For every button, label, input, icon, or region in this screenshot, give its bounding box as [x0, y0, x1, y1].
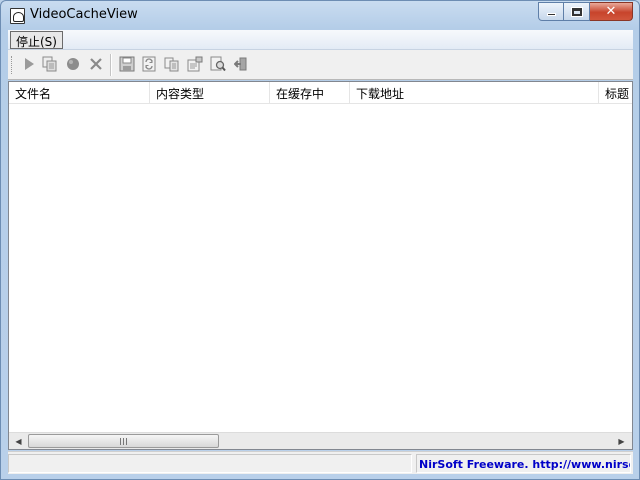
refresh-icon: [142, 56, 156, 72]
minimize-button[interactable]: [538, 2, 564, 21]
close-icon: ✕: [605, 4, 617, 19]
column-header-filename[interactable]: 文件名: [9, 82, 150, 104]
scroll-left-button[interactable]: ◀: [10, 433, 27, 449]
copy-icon: [164, 57, 179, 72]
copy-files-icon: [42, 56, 57, 72]
maximize-button[interactable]: [564, 2, 590, 21]
toolbar-grip: [11, 56, 13, 74]
status-bar: NirSoft Freeware. http://www.nirsoft.net: [8, 451, 633, 474]
find-icon: [210, 56, 226, 72]
status-items-count: [8, 454, 412, 473]
list-rows[interactable]: [9, 104, 632, 431]
stop-icon: [90, 58, 102, 70]
caption-buttons: ✕: [538, 2, 633, 22]
nirsoft-link[interactable]: NirSoft Freeware. http://www.nirsoft.net: [416, 454, 631, 473]
grip-icon: [120, 437, 127, 445]
maximize-icon: [571, 7, 582, 16]
copy-files-button[interactable]: [41, 55, 59, 73]
properties-icon: [187, 56, 203, 72]
play-icon: [25, 58, 34, 70]
save-button[interactable]: [118, 55, 136, 73]
play-button[interactable]: [20, 55, 38, 73]
app-icon: [10, 8, 25, 24]
horizontal-scrollbar[interactable]: ◀ ▶: [9, 432, 632, 449]
toolbar: [8, 50, 633, 80]
save-icon: [119, 56, 135, 72]
cache-list[interactable]: 文件名 内容类型 在缓存中 下载地址 标题 ◀ ▶: [8, 81, 633, 450]
list-header: 文件名 内容类型 在缓存中 下载地址 标题: [9, 82, 632, 104]
copy-button[interactable]: [163, 55, 181, 73]
exit-button[interactable]: [233, 55, 251, 73]
title-bar[interactable]: VideoCacheView ✕: [1, 1, 639, 30]
arrow-right-icon: ▶: [618, 436, 625, 446]
record-button[interactable]: [64, 55, 82, 73]
menu-stop[interactable]: 停止(S): [10, 31, 63, 49]
stop-button[interactable]: [87, 55, 105, 73]
record-icon: [67, 58, 79, 70]
arrow-left-icon: ◀: [15, 436, 22, 446]
close-button[interactable]: ✕: [590, 2, 633, 21]
column-header-in-cache[interactable]: 在缓存中: [270, 82, 350, 104]
minimize-icon: [546, 13, 556, 16]
exit-icon: [234, 57, 247, 71]
refresh-button[interactable]: [140, 55, 158, 73]
find-button[interactable]: [209, 55, 227, 73]
column-header-download-url[interactable]: 下载地址: [350, 82, 599, 104]
scroll-right-button[interactable]: ▶: [613, 433, 630, 449]
column-header-content-type[interactable]: 内容类型: [150, 82, 270, 104]
toolbar-separator: [110, 54, 112, 76]
window-title: VideoCacheView: [30, 7, 138, 22]
scroll-thumb[interactable]: [28, 434, 219, 448]
properties-button[interactable]: [186, 55, 204, 73]
menu-bar: 停止(S): [8, 30, 633, 50]
app-window: VideoCacheView ✕ 停止(S) 文件名 内容类型 在缓存中 下载地…: [0, 0, 640, 480]
column-header-title[interactable]: 标题: [599, 82, 632, 104]
